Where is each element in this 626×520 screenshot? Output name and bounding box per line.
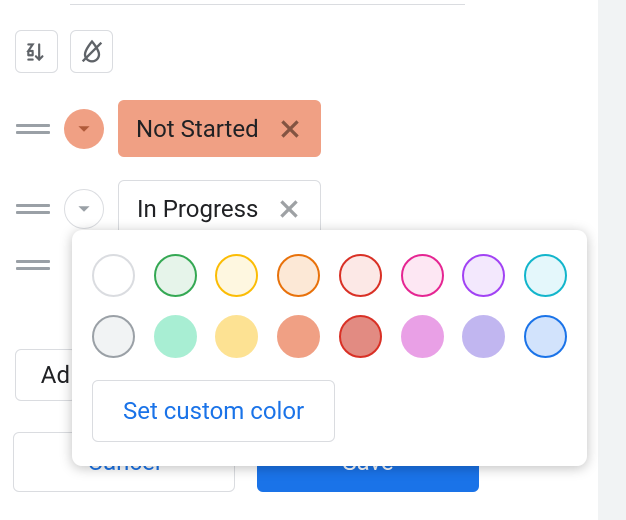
color-swatch[interactable] (524, 254, 567, 297)
status-row-3 (16, 260, 50, 270)
status-label-2: In Progress (137, 195, 258, 223)
field-underline (70, 4, 465, 5)
add-option-label-stub: Ad (41, 361, 70, 389)
status-row-1: Not Started (16, 100, 321, 157)
color-swatch[interactable] (154, 254, 197, 297)
color-swatch[interactable] (154, 315, 197, 358)
set-custom-color-button[interactable]: Set custom color (92, 380, 335, 442)
color-swatch[interactable] (339, 254, 382, 297)
status-row-2: In Progress (16, 180, 321, 237)
color-swatch[interactable] (92, 315, 135, 358)
color-swatch[interactable] (215, 315, 258, 358)
chevron-down-icon (77, 202, 91, 216)
toolbar (15, 30, 113, 73)
color-swatch[interactable] (462, 254, 505, 297)
color-picker-popover: Set custom color (72, 230, 587, 466)
drag-handle[interactable] (16, 204, 50, 214)
color-swatch[interactable] (339, 315, 382, 358)
color-swatch[interactable] (524, 315, 567, 358)
color-swatch[interactable] (215, 254, 258, 297)
color-swatch[interactable] (401, 254, 444, 297)
no-color-button[interactable] (70, 30, 113, 73)
custom-color-label: Set custom color (123, 397, 304, 425)
chevron-down-icon (77, 122, 91, 136)
no-fill-icon (78, 38, 106, 66)
add-option-button[interactable]: Ad (15, 349, 77, 401)
color-select-1[interactable] (64, 109, 104, 149)
color-swatch[interactable] (277, 254, 320, 297)
swatch-row-2 (92, 315, 567, 358)
color-swatch[interactable] (277, 315, 320, 358)
swatch-row-1 (92, 254, 567, 297)
close-icon[interactable] (277, 116, 303, 142)
color-swatch[interactable] (462, 315, 505, 358)
sort-az-icon (24, 39, 50, 65)
color-swatch[interactable] (401, 315, 444, 358)
status-chip-2[interactable]: In Progress (118, 180, 321, 237)
color-swatch[interactable] (92, 254, 135, 297)
color-select-2[interactable] (64, 189, 104, 229)
status-chip-1[interactable]: Not Started (118, 100, 321, 157)
status-label-1: Not Started (136, 115, 259, 143)
drag-handle[interactable] (16, 124, 50, 134)
right-gutter (598, 0, 626, 520)
close-icon[interactable] (276, 196, 302, 222)
sort-az-button[interactable] (15, 30, 58, 73)
drag-handle[interactable] (16, 260, 50, 270)
panel-content: Not Started In Progress Ad Cancel Save (0, 0, 598, 520)
